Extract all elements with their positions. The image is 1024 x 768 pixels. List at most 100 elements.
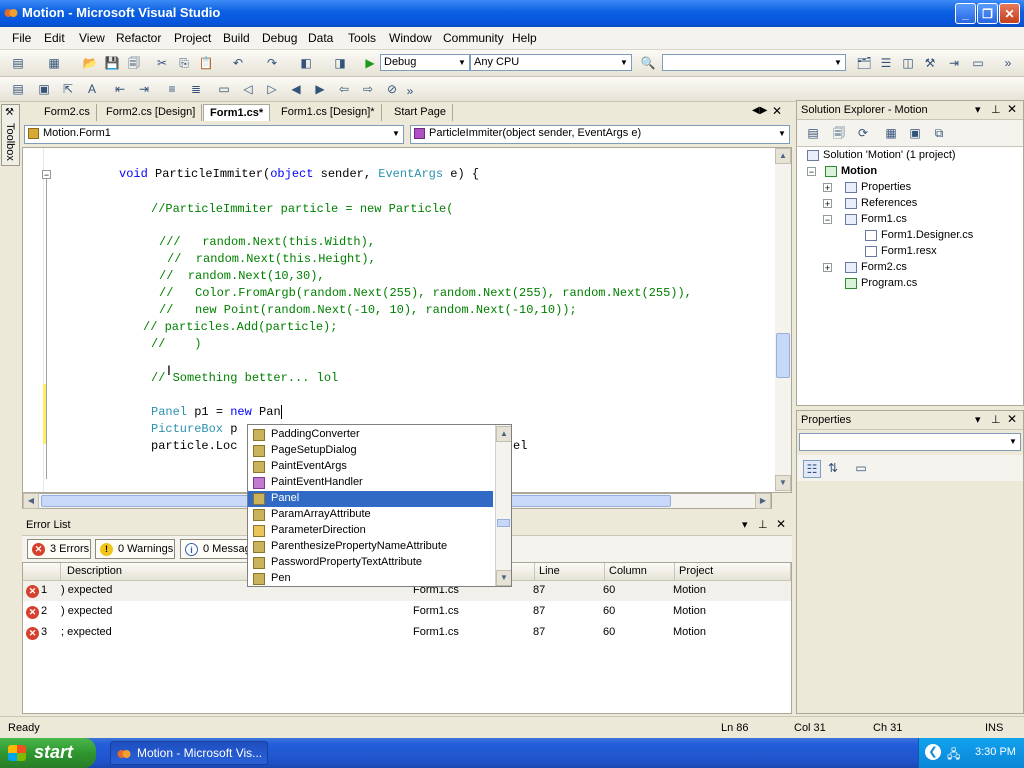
scroll-up-icon[interactable]: ▲ (496, 426, 511, 442)
other-windows-icon[interactable]: ▭ (970, 55, 986, 71)
intellisense-list[interactable]: PaddingConverter PageSetupDialog PaintEv… (247, 424, 512, 587)
next-bookmark-document-icon[interactable]: ⇨ (360, 81, 376, 97)
auto-hide-pin-icon[interactable]: ⊥ (758, 518, 768, 531)
start-button[interactable]: start (0, 738, 96, 768)
tab-form1-cs[interactable]: Form1.cs* (203, 104, 271, 121)
find-combo[interactable]: ▼ (662, 54, 846, 71)
platform-combo[interactable]: Any CPU ▼ (470, 54, 632, 71)
start-debugging-icon[interactable]: ▶ (362, 55, 378, 71)
object-combo[interactable]: ▼ (799, 433, 1021, 451)
menu-window[interactable]: Window (389, 31, 432, 45)
tray-clock[interactable]: 3:30 PM (975, 746, 1016, 758)
tree-item-form2[interactable]: Form2.cs (845, 259, 907, 275)
table-row[interactable]: ✕ 2 ) expected Form1.cs 87 60 Motion (23, 602, 791, 622)
list-item[interactable]: PageSetupDialog (248, 443, 493, 459)
list-item[interactable]: ParamArrayAttribute (248, 507, 493, 523)
column-header-column[interactable]: Column (605, 563, 675, 581)
collapse-icon[interactable]: − (807, 167, 816, 177)
menu-refactor[interactable]: Refactor (116, 31, 161, 45)
restore-button[interactable]: ❐ (977, 3, 998, 24)
list-item-selected[interactable]: Panel (248, 491, 493, 507)
scroll-left-icon[interactable]: ◀ (23, 493, 39, 509)
complete-word-icon[interactable]: A (84, 81, 100, 97)
scroll-down-icon[interactable]: ▼ (775, 475, 791, 491)
cut-icon[interactable]: ✂ (154, 55, 170, 71)
menu-debug[interactable]: Debug (262, 31, 297, 45)
properties-icon[interactable]: ▤ (805, 125, 821, 141)
view-code-icon[interactable]: ▦ (883, 125, 899, 141)
new-project-icon[interactable]: ▤ (10, 55, 26, 71)
property-pages-icon[interactable]: ▭ (853, 460, 869, 476)
class-combo[interactable]: Motion.Form1 ▼ (24, 125, 404, 144)
messages-filter-button[interactable]: i 0 Messag (180, 539, 250, 559)
tree-solution[interactable]: Solution 'Motion' (1 project) (807, 147, 956, 163)
navigate-backward-icon[interactable]: ◧ (298, 55, 314, 71)
start-page-icon[interactable]: ⇥ (946, 55, 962, 71)
expand-icon[interactable]: + (823, 183, 832, 193)
toolbar-overflow-icon[interactable]: » (1000, 55, 1016, 71)
close-panel-icon[interactable]: ✕ (1007, 102, 1017, 116)
show-all-files-icon[interactable]: 🗐 (831, 125, 847, 141)
expand-icon[interactable]: + (823, 263, 832, 273)
toolbox-window-icon[interactable]: ⚒ (922, 55, 938, 71)
tab-form2-design[interactable]: Form2.cs [Design] (100, 104, 203, 121)
tray-expand-icon[interactable]: ❮ (925, 744, 941, 760)
alphabetical-icon[interactable]: ⇅ (825, 460, 841, 476)
menu-data[interactable]: Data (308, 31, 333, 45)
list-item[interactable]: PasswordPropertyTextAttribute (248, 555, 493, 571)
quick-info-icon[interactable]: ⇱ (60, 81, 76, 97)
list-item[interactable]: ParenthesizePropertyNameAttribute (248, 539, 493, 555)
menu-edit[interactable]: Edit (44, 31, 65, 45)
close-panel-icon[interactable]: ✕ (1007, 412, 1017, 426)
scroll-up-icon[interactable]: ▲ (775, 148, 791, 164)
list-item[interactable]: ParameterDirection (248, 523, 493, 539)
minimize-button[interactable]: _ (955, 3, 976, 24)
categorized-icon[interactable]: ☷ (803, 460, 821, 478)
view-designer-icon[interactable]: ▣ (907, 125, 923, 141)
parameter-info-icon[interactable]: ▣ (36, 81, 52, 97)
previous-bookmark-document-icon[interactable]: ⇦ (336, 81, 352, 97)
window-position-icon[interactable]: ▾ (975, 103, 981, 116)
undo-icon[interactable]: ↶ (230, 55, 246, 71)
member-combo[interactable]: ParticleImmiter(object sender, EventArgs… (410, 125, 790, 144)
list-item[interactable]: PaddingConverter (248, 427, 493, 443)
find-in-files-icon[interactable]: 🔍 (640, 55, 656, 71)
next-bookmark-folder-icon[interactable]: ▶ (312, 81, 328, 97)
tree-item-properties[interactable]: Properties (845, 179, 911, 195)
tab-form1-design[interactable]: Form1.cs [Design]* (275, 104, 382, 121)
menu-file[interactable]: File (12, 31, 31, 45)
add-item-icon[interactable]: ▦ (46, 55, 62, 71)
tree-item-references[interactable]: References (845, 195, 917, 211)
increase-indent-icon[interactable]: ⇥ (136, 81, 152, 97)
collapse-icon[interactable]: − (42, 170, 51, 180)
close-button[interactable]: ✕ (999, 3, 1020, 24)
list-item[interactable]: PaintEventArgs (248, 459, 493, 475)
list-item[interactable]: PaintEventHandler (248, 475, 493, 491)
menu-build[interactable]: Build (223, 31, 250, 45)
tab-form2-cs[interactable]: Form2.cs (38, 104, 97, 121)
column-header-index[interactable] (23, 563, 61, 581)
object-browser-icon[interactable]: ◫ (900, 55, 916, 71)
collapse-icon[interactable]: − (823, 215, 832, 225)
save-icon[interactable]: 💾 (104, 55, 120, 71)
close-panel-icon[interactable]: ✕ (776, 517, 786, 531)
scroll-down-icon[interactable]: ▼ (496, 570, 511, 586)
bookmark-icon[interactable]: ▭ (216, 81, 232, 97)
open-file-icon[interactable]: 📂 (82, 55, 98, 71)
editor-vertical-scrollbar[interactable]: ▲ ▼ (775, 148, 791, 492)
warnings-filter-button[interactable]: ! 0 Warnings (95, 539, 175, 559)
errors-filter-button[interactable]: ✕ 3 Errors (27, 539, 91, 559)
decrease-indent-icon[interactable]: ⇤ (112, 81, 128, 97)
column-header-project[interactable]: Project (675, 563, 791, 581)
tree-item-form1-resx[interactable]: Form1.resx (865, 243, 937, 259)
next-bookmark-icon[interactable]: ▷ (264, 81, 280, 97)
view-class-diagram-icon[interactable]: ⧉ (931, 125, 947, 141)
menu-project[interactable]: Project (174, 31, 211, 45)
menu-community[interactable]: Community (443, 31, 504, 45)
tab-start-page[interactable]: Start Page (388, 104, 453, 121)
toolbox-tab[interactable]: ⚒ Toolbox (1, 104, 20, 166)
display-object-list-icon[interactable]: ▤ (10, 81, 26, 97)
previous-bookmark-icon[interactable]: ◁ (240, 81, 256, 97)
scroll-thumb[interactable] (497, 519, 510, 527)
clear-bookmarks-icon[interactable]: ⊘ (384, 81, 400, 97)
